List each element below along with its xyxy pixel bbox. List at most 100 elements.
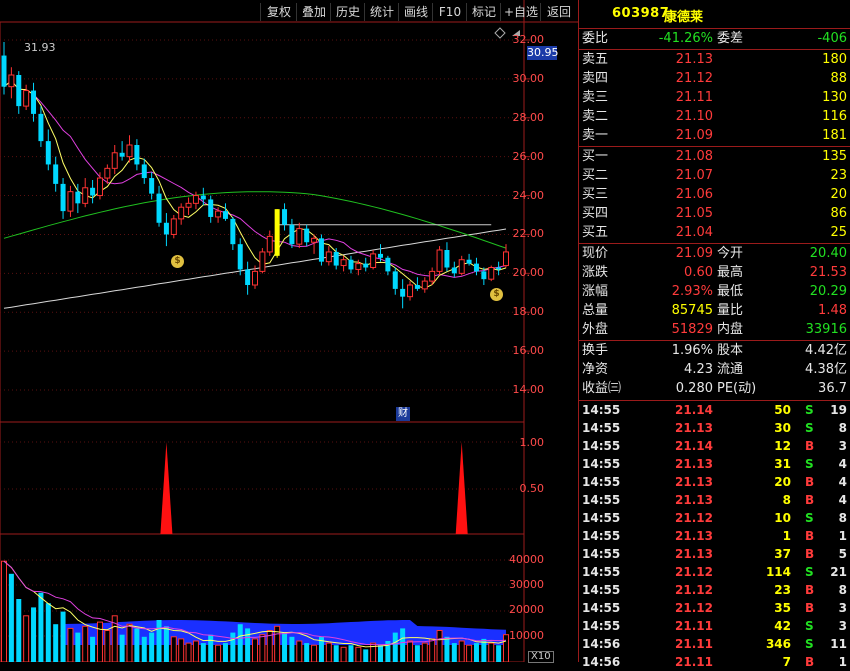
ask-row[interactable]: 卖二 21.10 116 <box>579 107 850 126</box>
finance-value: 4.38亿 <box>805 362 847 377</box>
volume-bar <box>67 627 74 662</box>
tick-row: 14:55 21.13 37 B 5 <box>579 545 850 563</box>
fuquan-button[interactable]: 复权 <box>260 3 297 21</box>
ask-label: 卖五 <box>582 52 609 67</box>
tick-price: 21.13 <box>675 421 713 435</box>
candle-body <box>296 228 303 245</box>
quote-row: 涨跌 0.60 最高 21.53 <box>579 263 850 282</box>
tick-count: 21 <box>830 565 847 579</box>
back-button[interactable]: 返回 <box>540 3 577 21</box>
volume-bar <box>237 624 243 662</box>
tick-side: B <box>805 601 815 615</box>
candle-body <box>38 113 44 142</box>
finance-label: 净资 <box>582 362 609 377</box>
volume-bar <box>31 607 37 662</box>
volume-bar <box>53 624 59 662</box>
tick-count: 8 <box>838 511 847 525</box>
mark-button[interactable]: 标记 <box>466 3 501 21</box>
quote-value: 20.40 <box>809 246 847 261</box>
tick-side: B <box>805 529 815 543</box>
tick-count: 11 <box>830 637 847 651</box>
volume-tick-label: 30000 <box>509 578 544 591</box>
bid-row[interactable]: 买三 21.06 20 <box>579 185 850 204</box>
candle-body <box>259 251 266 272</box>
ask-volume: 181 <box>822 128 847 143</box>
quote-label: 涨幅 <box>582 284 609 299</box>
tick-count: 3 <box>838 439 847 453</box>
volume-bar <box>436 630 443 662</box>
draw-line-button[interactable]: 画线 <box>398 3 433 21</box>
stock-terminal-window: 复权 叠加 历史 统计 画线 F10 标记 +自选 返回 31.93 30.95… <box>0 0 850 669</box>
tick-price: 21.12 <box>675 565 713 579</box>
tick-row: 14:55 21.14 50 S 19 <box>579 401 850 419</box>
signal-tick-label: 1.00 <box>519 436 545 449</box>
history-button[interactable]: 历史 <box>330 3 365 21</box>
candle-body <box>82 187 89 204</box>
volume-bar <box>466 644 473 662</box>
bid-row[interactable]: 买一 21.08 135 <box>579 147 850 166</box>
candle-body <box>45 141 51 165</box>
tick-volume: 20 <box>774 475 791 489</box>
volume-bar <box>340 646 347 662</box>
quote-label: 涨跌 <box>582 265 609 280</box>
tick-volume: 7 <box>782 655 791 669</box>
tick-time: 14:55 <box>582 529 621 543</box>
bid-row[interactable]: 买四 21.05 86 <box>579 204 850 223</box>
finance-event-icon[interactable]: 财 <box>396 407 410 421</box>
quote-row: 涨幅 2.93% 最低 20.29 <box>579 282 850 301</box>
volume-bar <box>134 628 140 662</box>
candle-body <box>503 251 509 267</box>
tick-row: 14:56 21.11 7 B 1 <box>579 653 850 671</box>
candle-body <box>104 167 111 179</box>
dividend-coin-icon[interactable]: $ <box>490 288 503 301</box>
ask-row[interactable]: 卖三 21.11 130 <box>579 88 850 107</box>
tick-side: B <box>805 475 815 489</box>
candle-body <box>370 253 377 268</box>
candle-body <box>378 253 383 258</box>
tick-time: 14:55 <box>582 565 621 579</box>
bid-label: 买五 <box>582 225 609 240</box>
overlay-button[interactable]: 叠加 <box>296 3 331 21</box>
price-tick-label: 18.00 <box>512 305 545 319</box>
tick-price: 21.13 <box>675 475 713 489</box>
ask-row[interactable]: 卖五 21.13 180 <box>579 50 850 69</box>
candle-body <box>266 235 273 253</box>
quote-value: 1.48 <box>818 303 847 318</box>
bid-row[interactable]: 买五 21.04 25 <box>579 223 850 242</box>
quote-row: 现价 21.09 今开 20.40 <box>579 244 850 263</box>
dividend-coin-icon[interactable]: $ <box>171 255 184 268</box>
finance-value: 36.7 <box>818 381 847 396</box>
finance-value: 4.23 <box>684 362 713 377</box>
tick-time: 14:55 <box>582 475 621 489</box>
tick-price: 21.11 <box>675 655 713 669</box>
quote-value: 51829 <box>671 322 713 337</box>
tick-side: B <box>805 439 815 453</box>
f10-button[interactable]: F10 <box>432 3 467 21</box>
bid-row[interactable]: 买二 21.07 23 <box>579 166 850 185</box>
finance-value: 4.42亿 <box>805 343 847 358</box>
finance-label: PE(动) <box>717 381 757 396</box>
candle-body <box>215 210 222 218</box>
candle-body <box>149 178 155 194</box>
tick-price: 21.12 <box>675 601 713 615</box>
volume-bar <box>45 603 51 662</box>
tick-volume: 42 <box>774 619 791 633</box>
volume-bar <box>473 643 479 662</box>
ask-row[interactable]: 卖四 21.12 88 <box>579 69 850 88</box>
tick-count: 4 <box>838 475 847 489</box>
ask-price: 21.09 <box>675 128 713 143</box>
ask-row[interactable]: 卖一 21.09 181 <box>579 126 850 145</box>
volume-bar <box>82 625 89 662</box>
period-high-label: 31.93 <box>24 41 56 54</box>
volume-bar <box>444 636 450 662</box>
stats-button[interactable]: 统计 <box>364 3 399 21</box>
volume-bar <box>96 621 103 662</box>
tick-price: 21.11 <box>675 637 713 651</box>
tick-side: S <box>805 637 814 651</box>
volume-bar <box>200 643 206 662</box>
kline-chart-area[interactable] <box>0 0 578 662</box>
quote-label: 最低 <box>717 284 744 299</box>
add-watchlist-button[interactable]: +自选 <box>500 3 541 21</box>
volume-bar <box>421 642 428 662</box>
volume-bar <box>378 645 383 662</box>
